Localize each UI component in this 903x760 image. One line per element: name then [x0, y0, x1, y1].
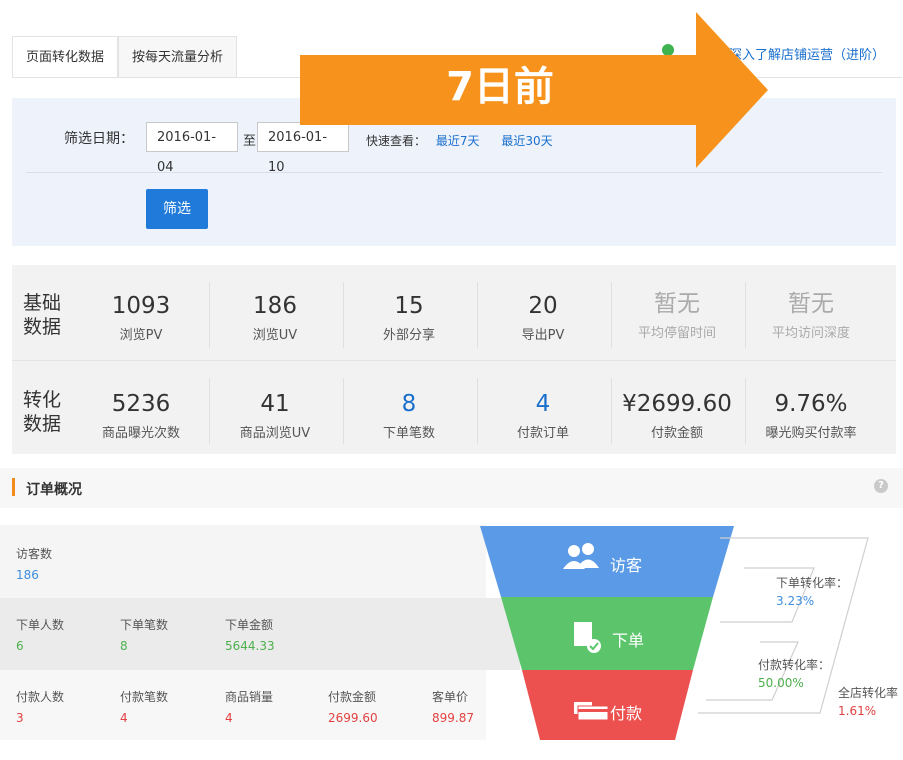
- stat-label: 付款订单: [516, 426, 569, 441]
- metric-value: 6: [16, 639, 24, 653]
- metric-label: 下单人数: [16, 618, 65, 632]
- stat-label: 浏览PV: [119, 328, 163, 343]
- stat-export-pv: 20 导出PV: [476, 292, 610, 343]
- rate-label: 下单转化率：: [776, 576, 849, 590]
- section-accent-bar: [12, 478, 15, 496]
- metric-value: 8: [120, 639, 128, 653]
- stat-label: 下单笔数: [382, 426, 435, 441]
- metric-label: 下单金额: [225, 618, 274, 632]
- visitor-count: 访客数 186: [16, 545, 52, 582]
- stat-value: 41: [260, 391, 290, 417]
- stat-label: 商品浏览UV: [239, 426, 311, 441]
- metric-value: 2699.60: [328, 711, 378, 725]
- rate-value: 50.00%: [758, 676, 804, 690]
- help-icon[interactable]: ?: [874, 479, 888, 493]
- stat-value: 186: [253, 293, 297, 319]
- metric-value: 4: [120, 711, 128, 725]
- order-overview-header: [0, 468, 903, 508]
- stat-label: 付款金额: [650, 426, 703, 441]
- stat-label: 平均停留时间: [637, 326, 716, 341]
- tab-bar: 页面转化数据 按每天流量分析: [12, 36, 238, 78]
- stat-label: 外部分享: [382, 328, 435, 343]
- stat-pv: 1093 浏览PV: [74, 292, 208, 343]
- stat-value[interactable]: 8: [342, 390, 476, 418]
- banner-label: 7日前: [446, 64, 554, 110]
- tab-page-conversion[interactable]: 页面转化数据: [12, 36, 119, 78]
- metric-value: 4: [225, 711, 233, 725]
- tab-daily-traffic[interactable]: 按每天流量分析: [118, 36, 238, 78]
- stat-share: 15 外部分享: [342, 292, 476, 343]
- visitor-row: [0, 525, 486, 598]
- order-people: 下单人数 6: [16, 616, 64, 653]
- avg-order-value: 客单价 899.87: [432, 688, 474, 725]
- pay-amount: 付款金额 2699.60: [328, 688, 378, 725]
- stat-value: 暂无: [654, 291, 700, 317]
- stat-product-uv: 41 商品浏览UV: [208, 390, 342, 441]
- pay-conversion-rate: 付款转化率： 50.00%: [758, 656, 830, 692]
- stat-label: 商品曝光次数: [101, 426, 180, 441]
- metric-label: 商品销量: [225, 690, 274, 704]
- rate-value: 1.61%: [838, 704, 877, 718]
- date-separator: 至: [243, 134, 257, 149]
- funnel-pay-segment: [522, 670, 693, 740]
- filter-divider: [26, 172, 882, 173]
- stats-row-divider: [12, 360, 896, 361]
- metric-value: 899.87: [432, 711, 474, 725]
- metric-label: 客单价: [432, 690, 469, 704]
- stat-uv: 186 浏览UV: [208, 292, 342, 343]
- order-amount: 下单金额 5644.33: [225, 616, 275, 653]
- metric-label: 付款笔数: [120, 690, 169, 704]
- stat-exposure-pay-rate: 9.76% 曝光购买付款率: [744, 390, 878, 441]
- stat-orders[interactable]: 8 下单笔数: [342, 390, 476, 441]
- stat-avg-depth: 暂无 平均访问深度: [744, 290, 878, 341]
- metric-value: 186: [16, 568, 39, 582]
- metric-value: 3: [16, 711, 24, 725]
- start-date-input[interactable]: 2016-01-04: [146, 122, 238, 175]
- stat-value: 15: [394, 293, 424, 319]
- store-conversion-rate: 全店转化率 1.61%: [838, 684, 898, 720]
- stat-label: 导出PV: [521, 328, 565, 343]
- stat-value: 暂无: [788, 291, 834, 317]
- basic-data-label: 基础 数据: [22, 292, 61, 338]
- funnel-pay-label: 付款: [610, 704, 643, 723]
- stat-label: 浏览UV: [252, 328, 298, 343]
- filter-button[interactable]: 筛选: [146, 189, 208, 229]
- rate-label: 全店转化率: [838, 686, 899, 700]
- stat-exposure: 5236 商品曝光次数: [74, 390, 208, 441]
- pay-people: 付款人数 3: [16, 688, 64, 725]
- funnel-order-segment: [501, 597, 713, 670]
- metric-label: 下单笔数: [120, 618, 169, 632]
- pay-count: 付款笔数 4: [120, 688, 168, 725]
- stat-value[interactable]: 4: [476, 390, 610, 418]
- metric-label: 访客数: [16, 547, 53, 561]
- rate-label: 付款转化率：: [758, 658, 831, 672]
- metric-label: 付款人数: [16, 690, 65, 704]
- stat-value: 1093: [111, 293, 171, 319]
- order-conversion-rate: 下单转化率： 3.23%: [776, 574, 848, 610]
- rate-value: 3.23%: [776, 594, 815, 608]
- stat-value: 20: [528, 293, 558, 319]
- stat-paid-orders[interactable]: 4 付款订单: [476, 390, 610, 441]
- funnel-order-label: 下单: [612, 631, 645, 650]
- date-filter-label: 筛选日期：: [64, 131, 134, 147]
- funnel-visit-label: 访客: [610, 556, 643, 575]
- stat-value: 9.76%: [774, 391, 848, 417]
- product-sales: 商品销量 4: [225, 688, 273, 725]
- metric-label: 付款金额: [328, 690, 377, 704]
- stat-label: 平均访问深度: [771, 326, 850, 341]
- conversion-data-label: 转化 数据: [22, 389, 61, 435]
- stat-avg-stay: 暂无 平均停留时间: [610, 290, 744, 341]
- order-count: 下单笔数 8: [120, 616, 168, 653]
- stat-paid-amount: ¥2699.60 付款金额: [610, 390, 744, 441]
- stat-label: 曝光购买付款率: [765, 426, 857, 441]
- metric-value: 5644.33: [225, 639, 275, 653]
- stat-value: 5236: [111, 391, 171, 417]
- order-overview-title: 订单概况: [26, 482, 82, 498]
- stat-value: ¥2699.60: [622, 391, 732, 417]
